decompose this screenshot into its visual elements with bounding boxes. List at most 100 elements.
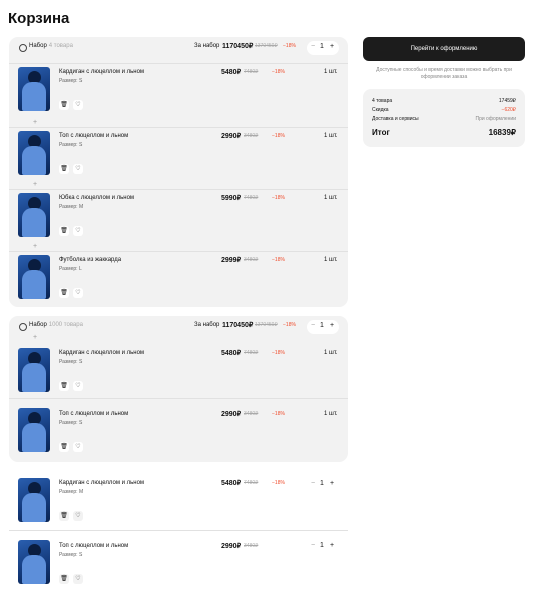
set-price: 1170450₽ (222, 43, 254, 50)
set-item: Кардиган с люцеллом и льном Размер: S 54… (9, 344, 348, 406)
set-price: 1170450₽ (222, 322, 254, 329)
trash-icon[interactable]: 🗑 (59, 442, 69, 452)
heart-icon[interactable]: ♡ (73, 288, 83, 298)
item-name[interactable]: Юбка с люцеллом и льном (59, 195, 134, 201)
set-header: Набор 4 товара За набор 1170450₽ 1370450₽… (9, 37, 348, 59)
trash-icon[interactable]: 🗑 (59, 288, 69, 298)
heart-icon[interactable]: ♡ (73, 511, 83, 521)
product-image[interactable] (18, 408, 50, 452)
summary-label: Скидка (372, 107, 389, 113)
item-discount: −18% (272, 133, 285, 139)
item-size: Размер: S (59, 78, 83, 84)
item-size: Размер: S (59, 552, 83, 558)
quantity-value: 1 (320, 43, 324, 50)
item-old-price: 3480₽ (244, 257, 259, 263)
quantity-stepper: − 1 + (307, 478, 339, 492)
total-value: 16839₽ (488, 128, 516, 137)
trash-icon[interactable]: 🗑 (59, 381, 69, 391)
item-name[interactable]: Кардиган с люцеллом и льном (59, 69, 144, 75)
summary-value: При оформлении (475, 116, 517, 122)
item-old-price: 7480₽ (244, 69, 259, 75)
item-name[interactable]: Топ с люцеллом и льном (59, 411, 128, 417)
item-name[interactable]: Топ с люцеллом и льном (59, 133, 128, 139)
item-old-price: 7480₽ (244, 480, 259, 486)
heart-icon[interactable]: ♡ (73, 381, 83, 391)
item-size: Размер: S (59, 420, 83, 426)
set-discount: −18% (283, 43, 296, 49)
trash-icon[interactable]: 🗑 (59, 226, 69, 236)
item-name[interactable]: Футболка из жаккарда (59, 257, 121, 263)
total-label: Итог (372, 128, 390, 137)
set-old-price: 1370450₽ (255, 43, 278, 49)
set-discount: −18% (283, 322, 296, 328)
divider (9, 398, 348, 399)
heart-icon[interactable]: ♡ (73, 100, 83, 110)
add-item-icon[interactable]: + (33, 243, 37, 250)
order-summary: 4 товара 17459₽ Скидка −620₽ Доставка и … (363, 89, 525, 147)
minus-button[interactable]: − (311, 322, 315, 329)
item-size: Размер: S (59, 359, 83, 365)
product-image[interactable] (18, 193, 50, 237)
page-title: Корзина (8, 10, 70, 27)
set-item: Кардиган с люцеллом и льном Размер: S 54… (9, 63, 348, 125)
plus-button[interactable]: + (330, 322, 334, 329)
delivery-note: Доступные способы и время доставки можно… (376, 67, 512, 80)
set-quantity-stepper: − 1 + (307, 320, 339, 334)
set-name: Набор 4 товара (29, 43, 73, 49)
add-item-icon[interactable]: + (33, 119, 37, 126)
plus-button[interactable]: + (330, 480, 334, 487)
item-discount: −18% (272, 195, 285, 201)
item-name[interactable]: Кардиган с люцеллом и льном (59, 480, 144, 486)
plus-button[interactable]: + (330, 43, 334, 50)
add-item-icon[interactable]: + (33, 334, 37, 341)
product-image[interactable] (18, 255, 50, 299)
checkout-button[interactable]: Перейти к оформлению (363, 37, 525, 61)
set-icon (19, 323, 27, 331)
plus-button[interactable]: + (330, 542, 334, 549)
minus-button[interactable]: − (311, 480, 315, 487)
item-old-price: 3480₽ (244, 543, 259, 549)
set-header: Набор 1000 товара За набор 1170450₽ 13704… (9, 316, 348, 338)
divider (9, 127, 348, 128)
set-icon (19, 44, 27, 52)
cart-item: Топ с люцеллом и льном Размер: S 2990₽ 3… (9, 530, 348, 592)
minus-button[interactable]: − (311, 542, 315, 549)
item-quantity: 1 шт. (324, 411, 338, 417)
item-quantity: 1 шт. (324, 257, 338, 263)
heart-icon[interactable]: ♡ (73, 164, 83, 174)
set-item: Топ с люцеллом и льном Размер: S 2990₽ 3… (9, 398, 348, 460)
product-image[interactable] (18, 131, 50, 175)
item-quantity: 1 шт. (324, 350, 338, 356)
cart-item: Кардиган с люцеллом и льном Размер: M 54… (9, 474, 348, 536)
item-discount: −18% (272, 257, 285, 263)
product-image[interactable] (18, 540, 50, 584)
set-item: Топ с люцеллом и льном Размер: S 2990₽ 3… (9, 127, 348, 189)
item-old-price: 7480₽ (244, 350, 259, 356)
add-item-icon[interactable]: + (33, 181, 37, 188)
trash-icon[interactable]: 🗑 (59, 511, 69, 521)
item-quantity: 1 шт. (324, 195, 338, 201)
item-name[interactable]: Топ с люцеллом и льном (59, 543, 128, 549)
heart-icon[interactable]: ♡ (73, 574, 83, 584)
summary-row: Доставка и сервисы При оформлении (372, 116, 516, 122)
item-price: 5480₽ (221, 69, 242, 76)
item-discount: −18% (272, 350, 285, 356)
trash-icon[interactable]: 🗑 (59, 100, 69, 110)
divider (9, 530, 348, 531)
set-price-label: За набор (194, 43, 220, 49)
heart-icon[interactable]: ♡ (73, 442, 83, 452)
item-name[interactable]: Кардиган с люцеллом и льном (59, 350, 144, 356)
product-image[interactable] (18, 348, 50, 392)
item-discount: −18% (272, 411, 285, 417)
minus-button[interactable]: − (311, 43, 315, 50)
product-image[interactable] (18, 478, 50, 522)
trash-icon[interactable]: 🗑 (59, 574, 69, 584)
summary-total: Итог 16839₽ (372, 128, 516, 137)
trash-icon[interactable]: 🗑 (59, 164, 69, 174)
cart-items: Кардиган с люцеллом и льном Размер: M 54… (9, 474, 348, 602)
item-old-price: 3480₽ (244, 133, 259, 139)
heart-icon[interactable]: ♡ (73, 226, 83, 236)
product-image[interactable] (18, 67, 50, 111)
item-size: Размер: M (59, 204, 84, 210)
item-discount: −18% (272, 480, 285, 486)
